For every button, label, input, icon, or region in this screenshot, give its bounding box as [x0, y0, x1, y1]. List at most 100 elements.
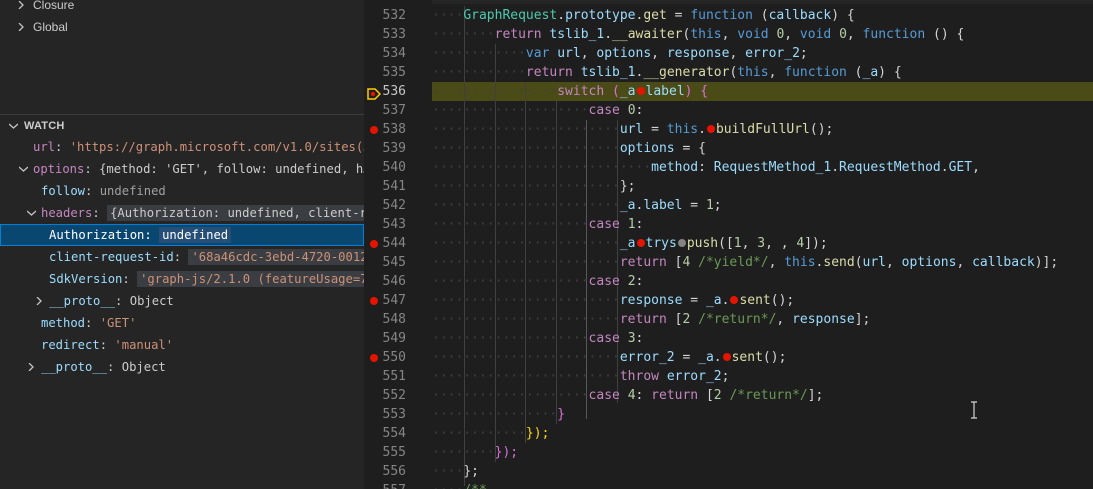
watch-value: Object: [129, 294, 174, 308]
watch-key: __proto__: [41, 360, 108, 374]
line-number: 553: [382, 407, 406, 422]
inline-breakpoint-icon[interactable]: [722, 353, 731, 361]
code-line: ····················case 0:: [432, 103, 644, 118]
code-line: ····························method: Requ…: [432, 160, 980, 175]
inline-breakpoint-icon[interactable]: [706, 125, 715, 133]
line-number: 539: [382, 141, 406, 156]
line-number: 540: [382, 160, 406, 175]
line-number: 556: [382, 464, 406, 479]
watch-key: follow: [41, 184, 86, 198]
inline-breakpoint-icon[interactable]: [730, 296, 739, 304]
chevron-right-icon[interactable]: [35, 297, 43, 305]
code-line: ················}: [432, 407, 566, 422]
code-line: ············var url, options, response, …: [432, 46, 808, 61]
code-line: ····};: [432, 464, 479, 479]
code-line: ········});: [432, 445, 519, 460]
scope-label: Global: [33, 20, 68, 34]
line-number: 549: [382, 331, 406, 346]
breakpoint-icon[interactable]: [370, 240, 378, 248]
line-number: 542: [382, 198, 406, 213]
text-cursor-ibeam-icon: [970, 401, 978, 419]
chevron-down-icon: [9, 122, 18, 130]
code-line: ············});: [432, 426, 550, 441]
breakpoint-icon[interactable]: [370, 126, 378, 134]
watch-row-headers[interactable]: headers: {Authorization: undefined, clie…: [0, 202, 364, 224]
breakpoint-icon[interactable]: [370, 297, 378, 305]
chevron-down-icon[interactable]: [19, 165, 28, 173]
inline-breakpoint-icon[interactable]: [636, 239, 645, 247]
scope-label: Closure: [33, 0, 75, 12]
watch-value: 'manual': [114, 338, 174, 352]
code-line: ························return [4 /*yiel…: [432, 255, 1059, 270]
code-line: ························response = _a. se…: [432, 293, 795, 308]
code-line: ························url = this. build…: [432, 122, 834, 137]
watch-value: {Authorization: undefined, client-r…: [107, 205, 364, 221]
code-line: ····················case 2:: [432, 274, 644, 289]
code-line: ····GraphRequest.prototype.get = functio…: [432, 8, 855, 23]
watch-section-header[interactable]: WATCH: [0, 115, 364, 137]
code-line: ························options = {: [432, 141, 706, 156]
code-line: ····················case 3:: [432, 331, 644, 346]
watch-row-proto-options[interactable]: __proto__: Object: [0, 356, 364, 378]
line-number: 557: [364, 481, 406, 489]
code-line: ········return tslib_1.__awaiter(this, v…: [432, 27, 965, 42]
code-line: ············return tslib_1.__generator(t…: [432, 65, 902, 80]
watch-row-method[interactable]: method: 'GET': [0, 312, 364, 334]
line-number: 533: [382, 27, 406, 42]
line-number: 554: [382, 426, 406, 441]
line-number: 543: [382, 217, 406, 232]
line-number: 541: [382, 179, 406, 194]
breakpoint-icon[interactable]: [370, 354, 378, 362]
line-number: 537: [382, 103, 406, 118]
line-number: 534: [382, 46, 406, 61]
watch-key: Authorization: [49, 228, 145, 242]
line-number: 532: [382, 8, 406, 23]
editor-gutter[interactable]: 532 533 534 535 536 537 538 539 540 541 …: [364, 0, 432, 489]
watch-key: method: [41, 316, 86, 330]
watch-key: headers: [41, 206, 93, 220]
code-line: ························};: [432, 179, 636, 194]
watch-value: 'graph-js/2.1.0 (featureUsage=7…: [137, 271, 364, 287]
chevron-right-icon: [17, 23, 25, 31]
inline-breakpoint-disabled-icon[interactable]: [677, 239, 686, 247]
watch-row-redirect[interactable]: redirect: 'manual': [0, 334, 364, 356]
watch-value: {method: 'GET', follow: undefined, h…: [99, 162, 364, 176]
watch-value: undefined: [159, 227, 232, 243]
inline-breakpoint-icon[interactable]: [636, 87, 645, 95]
watch-row-authorization[interactable]: Authorization: undefined: [0, 224, 364, 246]
line-number: 535: [382, 65, 406, 80]
line-number: 552: [382, 388, 406, 403]
watch-row-follow[interactable]: follow: undefined: [0, 180, 364, 202]
code-line: ························error_2 = _a. sen…: [432, 350, 787, 365]
chevron-right-icon: [17, 1, 25, 9]
watch-key: client-request-id: [49, 250, 174, 264]
watch-row-sdkversion[interactable]: SdkVersion: 'graph-js/2.1.0 (featureUsag…: [0, 268, 364, 290]
code-line: ························_a trys push([1, 3…: [432, 236, 828, 251]
watch-row-client-request-id[interactable]: client-request-id: '68a46cdc-3ebd-4720-0…: [0, 246, 364, 268]
editor-top-strip: [364, 0, 1093, 4]
code-line-current: ················switch (_a label) {: [432, 84, 709, 99]
line-number: 548: [382, 312, 406, 327]
code-line: ····/**: [432, 481, 1093, 489]
watch-key: redirect: [41, 338, 100, 352]
line-number: 546: [382, 274, 406, 289]
scope-global[interactable]: Global: [0, 16, 364, 38]
debug-sidebar: Closure Global WATCH url: 'https://graph…: [0, 0, 364, 489]
code-line: ························return [2 /*retu…: [432, 312, 871, 327]
chevron-down-icon[interactable]: [27, 209, 36, 217]
line-number: 551: [382, 369, 406, 384]
watch-row-options[interactable]: options: {method: 'GET', follow: undefin…: [0, 158, 364, 180]
watch-row-url[interactable]: url: 'https://graph.microsoft.com/v1.0/s…: [0, 136, 364, 158]
chevron-right-icon[interactable]: [27, 363, 35, 371]
code-line: ····················case 1:: [432, 217, 644, 232]
watch-key: options: [33, 162, 85, 176]
watch-header-label: WATCH: [24, 120, 65, 132]
scope-closure[interactable]: Closure: [0, 0, 364, 16]
watch-row-proto-headers[interactable]: __proto__: Object: [0, 290, 364, 312]
watch-value: Object: [121, 360, 166, 374]
code-editor[interactable]: 532 533 534 535 536 537 538 539 540 541 …: [364, 0, 1093, 489]
watch-value: undefined: [99, 184, 166, 198]
watch-key: url: [33, 140, 56, 154]
watch-key: SdkVersion: [49, 272, 123, 286]
debug-current-line-arrow-icon[interactable]: [367, 85, 382, 100]
